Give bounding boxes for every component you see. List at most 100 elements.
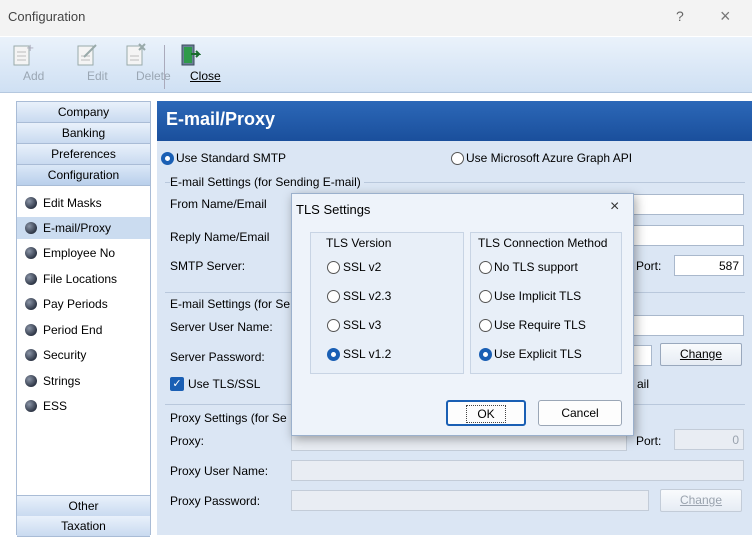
sidebar-item-employee-no[interactable]: Employee No (17, 242, 150, 264)
bullet-icon (25, 400, 37, 412)
use-tls-checkbox[interactable]: ✓ (170, 377, 184, 391)
sidebar-header-preferences[interactable]: Preferences (17, 144, 150, 165)
email-settings2-title: E-mail Settings (for Se (170, 297, 291, 311)
ssl-v12-radio[interactable] (327, 348, 340, 361)
sidebar-item-edit-masks[interactable]: Edit Masks (17, 192, 150, 214)
ok-button[interactable]: OK (446, 400, 526, 426)
change-password-button[interactable]: Change (660, 343, 742, 366)
server-user-label: Server User Name: (170, 320, 273, 334)
delete-button[interactable]: Delete (112, 39, 171, 91)
section-header: E-mail/Proxy (157, 101, 752, 141)
sidebar-item-label: Security (43, 348, 87, 362)
close-button[interactable]: Close (173, 39, 221, 91)
sidebar-header-other[interactable]: Other (17, 495, 150, 517)
server-password-label: Server Password: (170, 350, 265, 364)
edit-button[interactable]: Edit (66, 39, 108, 91)
bullet-icon (25, 222, 37, 234)
sidebar-item-pay-periods[interactable]: Pay Periods (17, 293, 150, 315)
ssl-v12-label[interactable]: SSL v1.2 (343, 347, 391, 361)
sidebar-item-label: Pay Periods (43, 297, 108, 311)
edit-label: Edit (87, 69, 108, 83)
sidebar-item-label: E-mail/Proxy (43, 221, 112, 235)
implicit-tls-radio[interactable] (479, 290, 492, 303)
ssl-v23-label[interactable]: SSL v2.3 (343, 289, 391, 303)
bullet-icon (25, 375, 37, 387)
cancel-button[interactable]: Cancel (538, 400, 622, 426)
no-tls-radio[interactable] (479, 261, 492, 274)
reply-name-field[interactable] (632, 225, 744, 246)
ssl-v3-radio[interactable] (327, 319, 340, 332)
reply-name-label: Reply Name/Email (170, 230, 270, 244)
sidebar-header-taxation[interactable]: Taxation (17, 516, 150, 537)
proxy-password-field[interactable] (291, 490, 649, 511)
port-field[interactable]: 587 (674, 255, 744, 276)
server-user-field[interactable] (632, 315, 744, 336)
exit-door-icon (181, 44, 201, 66)
change-button-label: Change (679, 347, 723, 361)
ssl-v2-label[interactable]: SSL v2 (343, 260, 381, 274)
bullet-icon (25, 273, 37, 285)
svg-text:+: + (26, 43, 34, 54)
sidebar-header-company[interactable]: Company (17, 102, 150, 123)
help-button[interactable]: ? (676, 8, 684, 24)
smtp-radio[interactable] (161, 152, 174, 165)
sidebar-item-period-end[interactable]: Period End (17, 319, 150, 341)
proxy-user-field[interactable] (291, 460, 744, 481)
proxy-port-value: 0 (732, 433, 739, 447)
proxy-port-field[interactable]: 0 (674, 429, 744, 450)
smtp-radio-label[interactable]: Use Standard SMTP (176, 151, 286, 165)
sidebar-header-banking[interactable]: Banking (17, 123, 150, 144)
use-tls-label[interactable]: Use TLS/SSL (188, 377, 260, 391)
sidebar-item-label: File Locations (43, 272, 118, 286)
ssl-v23-radio[interactable] (327, 290, 340, 303)
sidebar-item-label: Edit Masks (43, 196, 102, 210)
dialog-close-icon[interactable]: × (610, 198, 619, 216)
sidebar-item-security[interactable]: Security (17, 344, 150, 366)
bullet-icon (25, 298, 37, 310)
proxy-title: Proxy Settings (for Se (170, 411, 287, 425)
port-label: Port: (636, 259, 662, 273)
tls-settings-dialog: TLS Settings × TLS Version SSL v2 SSL v2… (291, 193, 634, 436)
ssl-v2-radio[interactable] (327, 261, 340, 274)
title-bar: Configuration ? × (0, 0, 752, 36)
sidebar-item-label: Strings (43, 374, 81, 388)
proxy-port-label: Port: (636, 434, 662, 448)
port-value: 587 (718, 259, 739, 273)
bullet-icon (25, 324, 37, 336)
toolbar-separator (164, 45, 165, 89)
server-password-field[interactable] (632, 345, 652, 366)
explicit-tls-radio[interactable] (479, 348, 492, 361)
ssl-v3-label[interactable]: SSL v3 (343, 318, 381, 332)
from-name-field[interactable] (632, 194, 744, 215)
dialog-title: TLS Settings (296, 202, 371, 217)
close-window-button[interactable]: × (720, 6, 731, 27)
no-tls-label[interactable]: No TLS support (494, 260, 578, 274)
delete-label: Delete (136, 69, 171, 83)
proxy-change-label: Change (679, 493, 723, 507)
azure-radio-label[interactable]: Use Microsoft Azure Graph API (466, 151, 632, 165)
email-settings-title: E-mail Settings (for Sending E-mail) (170, 175, 364, 189)
sidebar-item-strings[interactable]: Strings (17, 370, 150, 392)
sidebar-item-ess[interactable]: ESS (17, 395, 150, 417)
add-button[interactable]: + Add (2, 39, 44, 91)
edit-document-icon (77, 44, 97, 66)
window-title: Configuration (8, 9, 86, 24)
proxy-label: Proxy: (170, 434, 205, 448)
sidebar-item-label: Period End (43, 323, 103, 337)
bullet-icon (25, 349, 37, 361)
delete-document-icon (126, 43, 146, 66)
proxy-change-button[interactable]: Change (660, 489, 742, 512)
implicit-tls-label[interactable]: Use Implicit TLS (494, 289, 581, 303)
sidebar-item-file-locations[interactable]: File Locations (17, 268, 150, 290)
azure-radio[interactable] (451, 152, 464, 165)
close-label-text: Close (190, 69, 221, 83)
explicit-tls-label[interactable]: Use Explicit TLS (494, 347, 582, 361)
tls-version-title: TLS Version (326, 236, 392, 250)
page-title: E-mail/Proxy (166, 109, 276, 129)
require-tls-radio[interactable] (479, 319, 492, 332)
sidebar-header-configuration[interactable]: Configuration (17, 165, 150, 186)
ok-label: OK (466, 405, 506, 423)
require-tls-label[interactable]: Use Require TLS (494, 318, 586, 332)
add-label: Add (23, 69, 45, 83)
sidebar-item-email-proxy[interactable]: E-mail/Proxy (17, 217, 150, 239)
